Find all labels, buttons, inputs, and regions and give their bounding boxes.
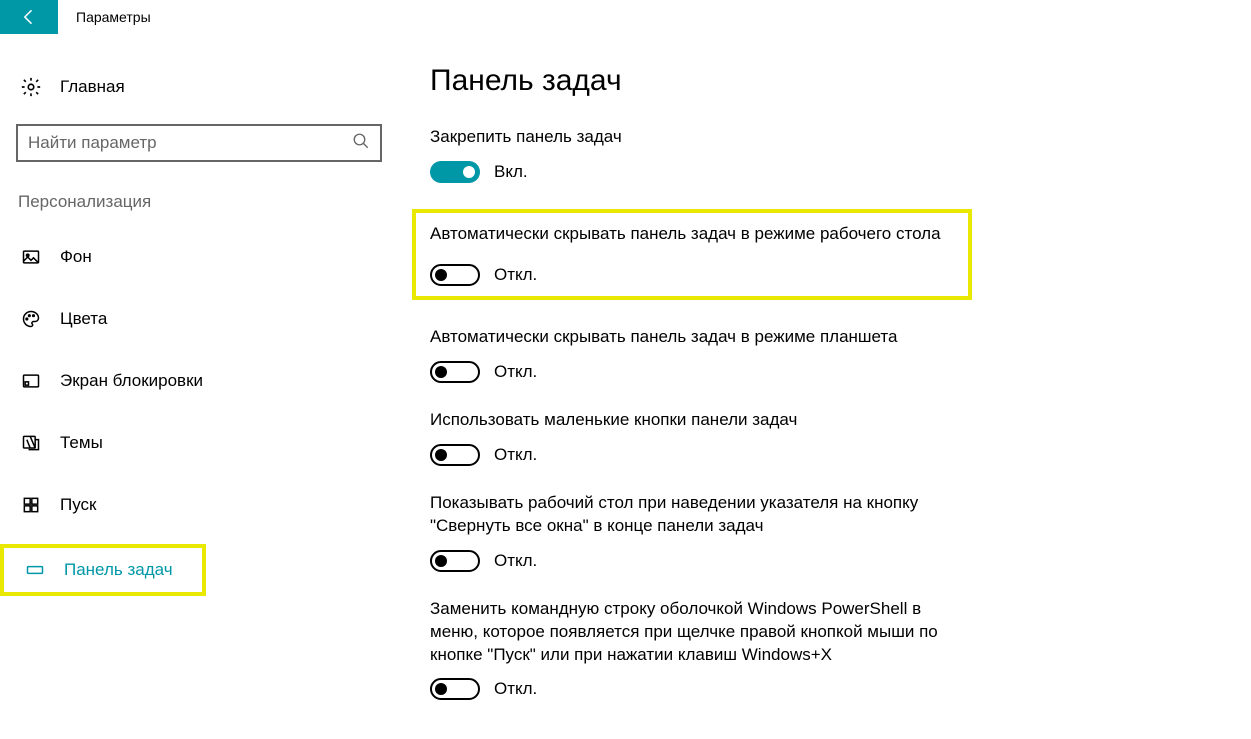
sidebar-item-label: Панель задач [64,560,173,580]
setting-label: Закрепить панель задач [430,126,970,149]
lockscreen-icon [20,371,42,391]
themes-icon [20,433,42,453]
setting-autohide-desktop: Автоматически скрывать панель задач в ре… [430,223,954,286]
picture-icon [20,247,42,267]
toggle-state: Откл. [494,551,537,571]
back-button[interactable] [0,0,58,34]
sidebar-item-label: Цвета [60,309,107,329]
titlebar: Параметры [0,0,1251,34]
toggle-state: Откл. [494,362,537,382]
toggle-state: Откл. [494,265,537,285]
main-content: Панель задач Закрепить панель задач Вкл.… [400,64,1251,726]
home-link[interactable]: Главная [16,64,400,110]
toggle-lock-taskbar[interactable] [430,161,480,183]
toggle-state: Откл. [494,679,537,699]
sidebar-item-colors[interactable]: Цвета [16,296,400,342]
arrow-left-icon [19,7,39,27]
nav-list: Фон Цвета Экран блокировки Темы [16,234,400,596]
toggle-state: Откл. [494,445,537,465]
setting-peek-desktop: Показывать рабочий стол при наведении ук… [430,492,1211,572]
setting-label: Показывать рабочий стол при наведении ук… [430,492,970,538]
toggle-autohide-desktop[interactable] [430,264,480,286]
sidebar-item-label: Темы [60,433,103,453]
taskbar-icon [24,560,46,580]
sidebar-item-label: Фон [60,247,92,267]
sidebar-item-label: Экран блокировки [60,371,203,391]
toggle-autohide-tablet[interactable] [430,361,480,383]
setting-label: Использовать маленькие кнопки панели зад… [430,409,970,432]
palette-icon [20,309,42,329]
page-title: Панель задач [430,64,1211,98]
setting-lock-taskbar: Закрепить панель задач Вкл. [430,126,1211,183]
sidebar-item-themes[interactable]: Темы [16,420,400,466]
search-box[interactable] [16,124,382,162]
highlight-main: Автоматически скрывать панель задач в ре… [412,209,972,300]
gear-icon [20,76,42,98]
toggle-small-buttons[interactable] [430,444,480,466]
search-icon [352,132,370,155]
setting-replace-cmd-powershell: Заменить командную строку оболочкой Wind… [430,598,1211,701]
setting-autohide-tablet: Автоматически скрывать панель задач в ре… [430,326,1211,383]
home-label: Главная [60,77,125,97]
category-label: Персонализация [16,192,400,212]
setting-label: Заменить командную строку оболочкой Wind… [430,598,970,667]
sidebar-item-label: Пуск [60,495,96,515]
sidebar-item-taskbar[interactable]: Панель задач [20,560,173,580]
sidebar-item-lockscreen[interactable]: Экран блокировки [16,358,400,404]
sidebar: Главная Персонализация Фон Цвета [0,64,400,726]
start-icon [20,495,42,515]
setting-label: Автоматически скрывать панель задач в ре… [430,326,970,349]
toggle-replace-cmd-powershell[interactable] [430,678,480,700]
search-input[interactable] [28,133,338,153]
window-title: Параметры [76,9,151,25]
toggle-peek-desktop[interactable] [430,550,480,572]
setting-small-buttons: Использовать маленькие кнопки панели зад… [430,409,1211,466]
sidebar-item-start[interactable]: Пуск [16,482,400,528]
highlight-sidebar: Панель задач [0,544,206,596]
toggle-state: Вкл. [494,162,528,182]
sidebar-item-background[interactable]: Фон [16,234,400,280]
setting-label: Автоматически скрывать панель задач в ре… [430,223,954,246]
